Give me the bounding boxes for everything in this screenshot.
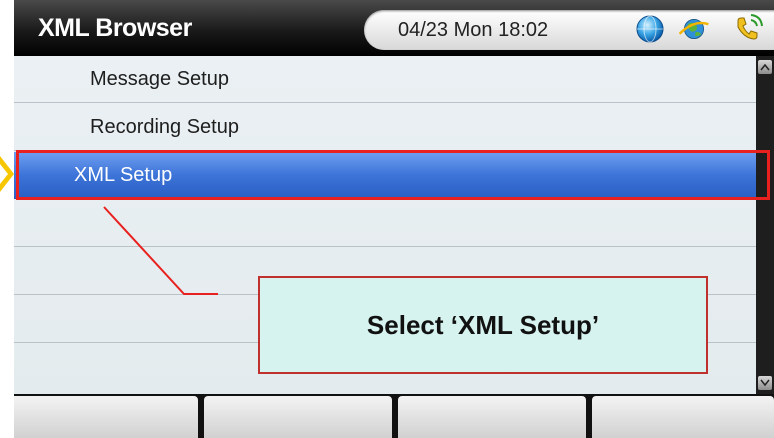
softkey-2[interactable] (204, 396, 392, 438)
scroll-down-button[interactable] (758, 376, 772, 390)
menu-item-label: Recording Setup (90, 116, 239, 138)
callout-box: Select ‘XML Setup’ (258, 276, 708, 374)
menu-item-label: Message Setup (90, 68, 229, 90)
scroll-up-button[interactable] (758, 60, 772, 74)
softkey-3[interactable] (398, 396, 586, 438)
softkey-1[interactable] (14, 396, 198, 438)
arrow-icon (0, 156, 14, 192)
menu-item-recording-setup[interactable]: Recording Setup (14, 104, 756, 151)
app-title: XML Browser (38, 14, 192, 42)
scrollbar[interactable] (756, 56, 774, 394)
menu-item-message-setup[interactable]: Message Setup (14, 56, 756, 103)
softkey-bar (14, 394, 774, 438)
header-bar: XML Browser 04/23 Mon 18:02 (14, 0, 774, 56)
chevron-up-icon (760, 63, 770, 71)
earth-icon (678, 19, 709, 39)
phone-icon (737, 14, 763, 40)
softkey-4[interactable] (592, 396, 774, 438)
highlight-box (16, 150, 770, 200)
datetime-display: 04/23 Mon 18:02 (398, 19, 549, 41)
callout-text: Select ‘XML Setup’ (366, 310, 600, 340)
menu-item-empty-4 (14, 200, 756, 247)
chevron-down-icon (760, 379, 770, 387)
globe-icon (636, 15, 664, 43)
